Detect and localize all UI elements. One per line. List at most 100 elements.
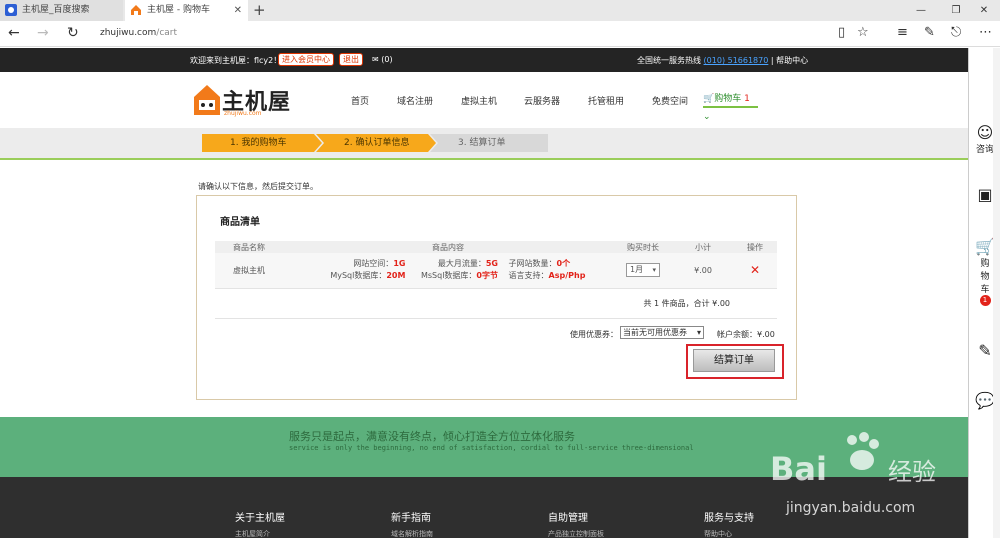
order-table: 商品名称 商品内容 购买时长 小计 操作 虚拟主机 网站空间：1G 最大月流量：…	[215, 241, 777, 289]
refresh-icon[interactable]: ↻	[67, 25, 79, 41]
account-balance: 帐户余额：¥.00	[717, 330, 775, 339]
nav-virtual-host[interactable]: 虚拟主机	[461, 94, 497, 107]
col-header-action: 操作	[733, 241, 777, 253]
watermark-brand2: 经验	[888, 458, 936, 486]
share-icon[interactable]: ⎋	[951, 25, 961, 41]
back-arrow-icon[interactable]: ←	[8, 25, 20, 41]
spec-key: 网站空间：	[353, 259, 394, 269]
mail-icon: ✉	[372, 55, 382, 64]
product-specs: 网站空间：1G 最大月流量：5G 子网站数量：0个 MySql数据库：20M M…	[283, 253, 613, 289]
hub-icon[interactable]: ≡	[897, 25, 908, 41]
watermark-brand: Bai	[770, 450, 827, 488]
cart-badge: 1	[979, 295, 991, 306]
footer-link[interactable]: 域名解析指南	[391, 529, 433, 538]
close-tab-icon[interactable]: ✕	[234, 0, 242, 21]
spec-key: MsSql数据库：	[420, 271, 477, 281]
col-header-duration: 购买时长	[613, 241, 673, 253]
step-my-cart: 1. 我的购物车	[230, 138, 287, 148]
product-name: 虚拟主机	[215, 253, 283, 289]
site-logo[interactable]: 主机屋 zhujiwu.com	[192, 80, 304, 120]
footer-link[interactable]: 主机屋简介	[235, 529, 270, 538]
spec-value: 0字节	[476, 271, 498, 281]
nav-hosting[interactable]: 托管租用	[588, 94, 624, 107]
footer-link[interactable]: 产品独立控制面板	[548, 529, 604, 538]
intro-text: 请确认以下信息，然后提交订单。	[198, 182, 318, 191]
submit-highlight: 结算订单	[686, 344, 784, 379]
cart-icon: 🛒	[703, 94, 715, 104]
col-header-name: 商品名称	[215, 241, 283, 253]
table-row: 虚拟主机 网站空间：1G 最大月流量：5G 子网站数量：0个 MySql数据库：…	[215, 253, 777, 289]
address-bar: ← → ↻ zhujiwu.com/cart ▯ ☆ ≡ ✎ ⎋ ⋯	[0, 21, 1000, 47]
coupon-select[interactable]: 当前无可用优惠券 ▾	[620, 326, 704, 339]
duration-cell: 1月 ▾	[613, 253, 673, 289]
nav-free-space[interactable]: 免费空间	[652, 94, 688, 107]
logout-button[interactable]: 退出	[339, 53, 363, 66]
minimize-button[interactable]: —	[905, 0, 937, 21]
footer-link[interactable]: 帮助中心	[704, 529, 732, 538]
watermark-url: jingyan.baidu.com	[786, 500, 916, 516]
spec-value: 0个	[556, 259, 571, 269]
house-logo-icon	[194, 85, 220, 115]
cart-label: 购物车	[714, 94, 742, 104]
step-checkout: 3. 结算订单	[458, 138, 506, 148]
subtotal-value: ¥.00	[673, 253, 733, 289]
baidu-favicon-icon	[5, 4, 17, 16]
favorite-star-icon[interactable]: ☆	[857, 25, 869, 41]
delete-icon[interactable]: ✕	[750, 263, 760, 277]
spec-value: 20M	[386, 271, 406, 281]
more-icon[interactable]: ⋯	[979, 25, 992, 41]
site-header: 主机屋 zhujiwu.com 首页 域名注册 虚拟主机 云服务器 托管租用 免…	[0, 72, 968, 128]
spec-key: MySql数据库：	[330, 271, 387, 281]
chevron-down-icon: ▾	[696, 328, 701, 337]
order-total: 共 1 件商品，合计 ¥.00	[643, 299, 730, 308]
reading-view-icon[interactable]: ▯	[838, 25, 845, 41]
spec-value: Asp/Php	[548, 271, 586, 281]
action-cell: ✕	[733, 253, 777, 289]
tab-title: 主机屋 - 购物车	[147, 5, 210, 15]
messages-link[interactable]: ✉ (0)	[372, 55, 393, 64]
cart-count: 1	[744, 94, 750, 104]
hotline-number[interactable]: (010) 51661870	[704, 56, 769, 65]
footer-col-self-service: 自助管理	[548, 513, 588, 524]
tab-title: 主机屋_百度搜索	[22, 5, 90, 15]
hotline: 全国统一服务热线 (010) 51661870 | 帮助中心	[637, 56, 809, 65]
nav-domain[interactable]: 域名注册	[397, 94, 433, 107]
scrollbar[interactable]	[993, 48, 1000, 538]
forward-arrow-icon[interactable]: →	[37, 25, 49, 41]
submit-order-button[interactable]: 结算订单	[693, 349, 775, 372]
browser-tab-bar: 主机屋_百度搜索 主机屋 - 购物车 ✕ + — ❐ ✕	[0, 0, 1000, 21]
member-center-button[interactable]: 进入会员中心	[278, 53, 334, 66]
duration-value: 1月	[630, 265, 644, 275]
box-title: 商品清单	[220, 217, 260, 228]
spec-key: 子网站数量：	[508, 259, 557, 269]
spec-value: 5G	[485, 259, 498, 269]
nav-home[interactable]: 首页	[351, 94, 369, 107]
web-note-icon[interactable]: ✎	[924, 25, 935, 41]
url-field[interactable]: zhujiwu.com/cart	[100, 28, 177, 38]
house-favicon-icon	[130, 4, 142, 16]
chevron-down-icon: ⌄	[703, 112, 711, 122]
col-header-subtotal: 小计	[673, 241, 733, 253]
nav-cart[interactable]: 🛒购物车 1 ⌄	[703, 90, 758, 122]
new-tab-button[interactable]: +	[253, 1, 266, 19]
hotline-label: 全国统一服务热线	[637, 56, 701, 65]
checkout-steps: 1. 我的购物车 2. 确认订单信息 3. 结算订单	[0, 128, 968, 160]
duration-select[interactable]: 1月 ▾	[626, 263, 660, 278]
footer-col-guide: 新手指南	[391, 513, 431, 524]
divider	[215, 318, 777, 319]
slogan: 服务只是起点，满意没有终点，倾心打造全方位立体化服务	[289, 430, 575, 443]
slogan-en: service is only the beginning, no end of…	[289, 444, 694, 452]
welcome-text: 欢迎来到主机屋：flcy2！	[190, 56, 282, 65]
col-header-content: 商品内容	[283, 241, 613, 253]
nav-cloud-server[interactable]: 云服务器	[524, 94, 560, 107]
spec-key: 最大月流量：	[437, 259, 486, 269]
baidu-watermark: Bai 经验 jingyan.baidu.com	[770, 430, 975, 538]
browser-tab-cart[interactable]: 主机屋 - 购物车 ✕	[125, 0, 248, 21]
url-host: zhujiwu.com	[100, 28, 157, 38]
url-path: /cart	[156, 28, 178, 38]
chevron-down-icon: ▾	[652, 266, 656, 275]
close-window-button[interactable]: ✕	[968, 0, 1000, 21]
browser-tab-search[interactable]: 主机屋_百度搜索	[0, 0, 123, 21]
help-center-link[interactable]: 帮助中心	[776, 56, 808, 65]
step-confirm-order: 2. 确认订单信息	[344, 138, 410, 148]
